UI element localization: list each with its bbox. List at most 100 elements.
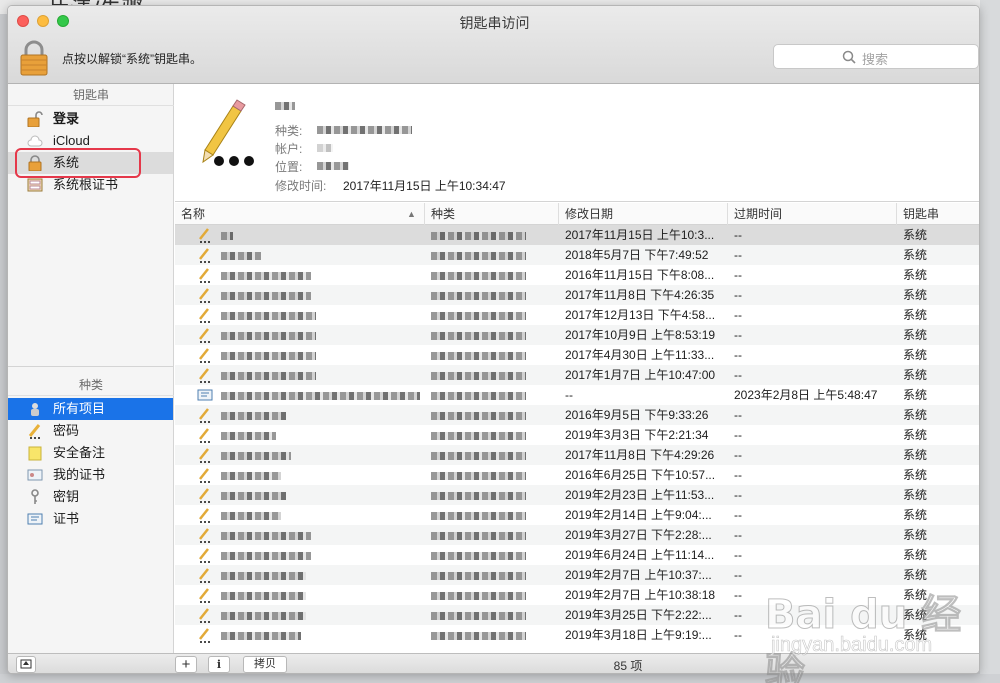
kind-redacted (431, 451, 526, 460)
sidebar-item-label: 密码 (53, 423, 80, 438)
sidebar-item-passwords[interactable]: 密码 (8, 420, 173, 442)
add-item-button[interactable]: + (175, 656, 197, 673)
window-title: 钥匙串访问 (459, 15, 530, 31)
lock-icon[interactable] (19, 40, 49, 76)
cell-date-modified: 2016年6月25日 下午10:57... (565, 468, 716, 482)
column-header-kind[interactable]: 种类 (425, 203, 559, 225)
info-button[interactable]: i (208, 656, 230, 673)
cell-keychain: 系统 (903, 368, 928, 382)
pencil-icon (199, 328, 210, 343)
table-row[interactable]: 2016年9月5日 下午9:33:26 -- 系统 (175, 405, 979, 425)
cell-expires: -- (734, 468, 742, 482)
note-icon (28, 446, 42, 461)
sidebar-item-secure-notes[interactable]: 安全备注 (8, 442, 173, 464)
name-redacted (221, 351, 316, 360)
search-input[interactable]: 搜索 (773, 44, 979, 69)
cell-expires: -- (734, 248, 742, 262)
cell-date-modified: 2017年11月15日 上午10:3... (565, 228, 715, 242)
item-count: 85 项 (613, 659, 643, 673)
column-header-expires[interactable]: 过期时间 (728, 203, 897, 225)
cell-kind (425, 405, 560, 425)
table-row[interactable]: 2017年4月30日 上午11:33... -- 系统 (175, 345, 979, 365)
cell-expires: -- (734, 528, 742, 542)
kind-redacted (431, 391, 526, 400)
table-row[interactable]: 2017年11月8日 下午4:26:35 -- 系统 (175, 285, 979, 305)
kind-redacted (431, 311, 526, 320)
name-redacted (221, 531, 311, 540)
table-row[interactable]: 2019年6月24日 上午11:14... -- 系统 (175, 545, 979, 565)
where-label: 位置: (275, 160, 303, 174)
pencil-icon (199, 288, 210, 303)
cell-kind (425, 305, 560, 325)
pencil-icon (199, 368, 210, 383)
copy-button[interactable]: 拷贝 (243, 656, 287, 673)
table-row[interactable]: 2016年6月25日 下午10:57... -- 系统 (175, 465, 979, 485)
table-row[interactable]: 2019年2月23日 上午11:53... -- 系统 (175, 485, 979, 505)
column-header-name[interactable]: 名称 (175, 203, 425, 225)
cell-name (215, 565, 420, 585)
kind-value-redacted (317, 126, 412, 134)
pencil-icon (199, 588, 210, 603)
cell-name (215, 345, 420, 365)
cell-name (215, 505, 420, 525)
cell-kind (425, 385, 560, 405)
pencil-icon (199, 308, 210, 323)
table-row[interactable]: 2018年5月7日 下午7:49:52 -- 系统 (175, 245, 979, 265)
sidebar-item-label: 安全备注 (53, 445, 106, 460)
cell-expires: -- (734, 488, 742, 502)
sidebar-item-all-items[interactable]: 所有项目 (8, 398, 173, 420)
pencil-icon (199, 348, 210, 363)
cell-date-modified: 2019年2月7日 上午10:38:18 (565, 588, 716, 602)
table-row[interactable]: 2017年12月13日 下午4:58... -- 系统 (175, 305, 979, 325)
certificate-icon (27, 513, 43, 525)
table-row[interactable]: 2017年1月7日 上午10:47:00 -- 系统 (175, 365, 979, 385)
table-row[interactable]: 2017年11月8日 下午4:29:26 -- 系统 (175, 445, 979, 465)
column-header-date-modified[interactable]: 修改日期 (559, 203, 728, 225)
table-row[interactable]: 2016年11月15日 下午8:08... -- 系统 (175, 265, 979, 285)
name-redacted (221, 231, 233, 240)
show-keychains-button[interactable] (16, 656, 36, 673)
cell-expires: -- (734, 328, 742, 342)
column-header-keychain[interactable]: 钥匙串 (897, 203, 979, 225)
cell-kind (425, 245, 560, 265)
cell-keychain: 系统 (903, 328, 928, 342)
account-value-redacted (317, 144, 333, 152)
name-redacted (221, 511, 281, 520)
table-row[interactable]: 2017年10月9日 上午8:53:19 -- 系统 (175, 325, 979, 345)
cell-name (215, 485, 420, 505)
kind-redacted (431, 511, 526, 520)
table-row[interactable]: -- 2023年2月8日 上午5:48:47 系统 (175, 385, 979, 405)
pencil-icon (28, 424, 41, 439)
sidebar-item-label: 我的证书 (53, 467, 106, 482)
table-row[interactable]: 2017年11月15日 上午10:3... -- 系统 (175, 225, 979, 245)
kind-redacted (431, 551, 526, 560)
sidebar-item-certificates[interactable]: 证书 (8, 508, 173, 530)
cell-kind (425, 365, 560, 385)
category-header: 种类 (8, 374, 174, 396)
where-value-redacted (317, 162, 349, 170)
cell-date-modified: 2016年11月15日 下午8:08... (565, 268, 715, 282)
cell-expires: -- (734, 548, 742, 562)
unlock-hint: 点按以解锁“系统”钥匙串。 (62, 52, 202, 66)
cell-date-modified: 2019年3月18日 上午9:19:... (565, 628, 712, 642)
table-row[interactable]: 2019年2月14日 上午9:04:... -- 系统 (175, 505, 979, 525)
sidebar-divider (8, 366, 174, 367)
cell-keychain: 系统 (903, 448, 928, 462)
cell-date-modified: 2016年9月5日 下午9:33:26 (565, 408, 709, 422)
sidebar-item-my-certificates[interactable]: 我的证书 (8, 464, 173, 486)
cell-date-modified: 2017年4月30日 上午11:33... (565, 348, 715, 362)
table-row[interactable]: 2019年3月27日 下午2:28:... -- 系统 (175, 525, 979, 545)
name-redacted (221, 591, 306, 600)
sidebar-item-keys[interactable]: 密钥 (8, 486, 173, 508)
sidebar-item-login[interactable]: 登录 (8, 108, 173, 130)
pencil-icon (199, 608, 210, 623)
cell-name (215, 325, 420, 345)
cell-date-modified: 2019年3月3日 下午2:21:34 (565, 428, 709, 442)
table-row[interactable]: 2019年3月3日 下午2:21:34 -- 系统 (175, 425, 979, 445)
cell-name (215, 465, 420, 485)
name-redacted (221, 491, 286, 500)
cell-kind (425, 605, 560, 625)
cell-name (215, 225, 420, 245)
cell-kind (425, 425, 560, 445)
cell-kind (425, 225, 560, 245)
